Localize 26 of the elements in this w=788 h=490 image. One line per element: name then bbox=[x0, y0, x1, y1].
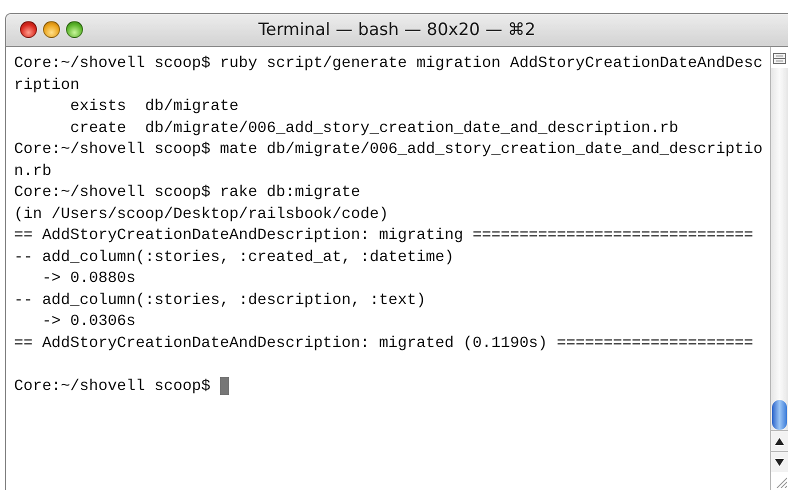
terminal-line: Core:~/shovell scoop$ ruby script/generate migration AddStoryCreationDateAndDesc bbox=[14, 53, 764, 74]
terminal-line: create db/migrate/006_add_story_creation_date_and_description.rb bbox=[69, 118, 680, 138]
terminal-line: -> 0.0306s bbox=[41, 311, 137, 332]
zoom-button[interactable] bbox=[66, 21, 83, 38]
split-pane-icon[interactable] bbox=[773, 53, 786, 64]
terminal-line: Core:~/shovell scoop$ rake db:migrate bbox=[14, 182, 362, 203]
terminal-line: -> 0.0880s bbox=[41, 268, 137, 289]
terminal-line: -- add_column(:stories, :created_at, :datetime) bbox=[14, 246, 455, 268]
minimize-button[interactable] bbox=[43, 21, 60, 38]
down-triangle-icon bbox=[775, 458, 784, 466]
terminal-line: exists db/migrate bbox=[69, 96, 240, 117]
scroll-up-button[interactable] bbox=[771, 430, 788, 451]
terminal-line: n.rb bbox=[14, 160, 52, 182]
window-title: Terminal — bash — 80x20 — ⌘2 bbox=[258, 20, 536, 40]
scrollbar[interactable] bbox=[771, 68, 788, 472]
terminal-line: ription bbox=[14, 74, 81, 96]
terminal-line: -- add_column(:stories, :description, :text) bbox=[14, 290, 427, 310]
close-button[interactable] bbox=[20, 21, 37, 38]
terminal-line: (in /Users/scoop/Desktop/railsbook/code) bbox=[14, 204, 390, 224]
up-triangle-icon bbox=[775, 438, 784, 444]
scroll-thumb[interactable] bbox=[772, 400, 787, 430]
terminal-prompt: Core:~/shovell scoop$ bbox=[14, 376, 212, 396]
scroll-down-button[interactable] bbox=[771, 451, 788, 472]
terminal-line: == AddStoryCreationDateAndDescription: migrated (0.1190s) ===================== bbox=[14, 332, 754, 354]
terminal-line: Core:~/shovell scoop$ mate db/migrate/006_add_story_creation_date_and_descriptio bbox=[14, 139, 764, 160]
terminal-line: == AddStoryCreationDateAndDescription: migrating ============================== bbox=[14, 225, 754, 246]
